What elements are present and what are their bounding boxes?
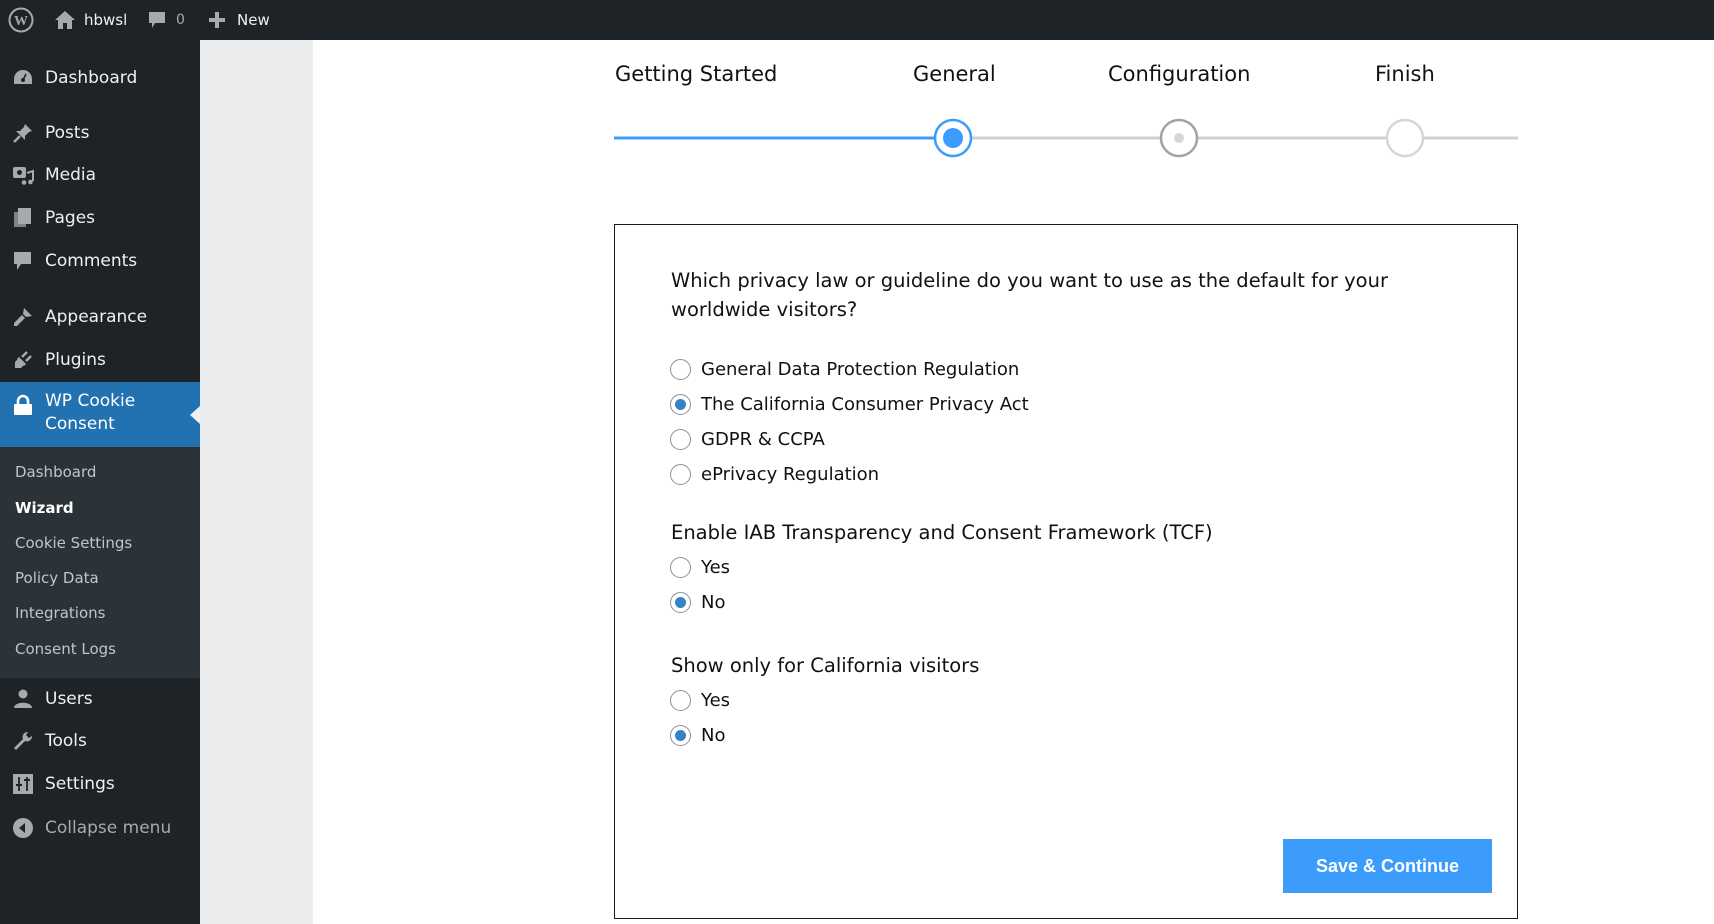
site-name: hbwsl bbox=[84, 11, 128, 29]
plug-icon bbox=[12, 349, 34, 371]
step-label-getting-started[interactable]: Getting Started bbox=[615, 62, 777, 86]
submenu-policy-data[interactable]: Policy Data bbox=[15, 569, 99, 587]
active-menu-arrow bbox=[190, 406, 200, 424]
submenu-integrations[interactable]: Integrations bbox=[15, 604, 105, 622]
menu-posts[interactable]: Posts bbox=[0, 113, 200, 153]
plus-icon bbox=[208, 11, 226, 29]
step-label-general[interactable]: General bbox=[913, 62, 996, 86]
sliders-icon bbox=[12, 773, 34, 795]
menu-label-line1: WP Cookie bbox=[45, 391, 136, 411]
collapse-menu-button[interactable]: Collapse menu bbox=[0, 808, 200, 848]
stepper-track bbox=[614, 118, 1518, 158]
wrench-icon bbox=[12, 730, 34, 752]
comments-link[interactable]: 0 bbox=[147, 0, 185, 40]
wp-logo-button[interactable]: W bbox=[8, 0, 34, 40]
radio-option-gdpr[interactable]: General Data Protection Regulation bbox=[670, 359, 1019, 380]
submenu-dashboard[interactable]: Dashboard bbox=[15, 463, 96, 481]
menu-label: Posts bbox=[45, 123, 90, 143]
menu-label: Plugins bbox=[45, 350, 106, 370]
menu-label: Users bbox=[45, 689, 93, 709]
menu-label: Collapse menu bbox=[45, 818, 172, 838]
radio-california-no[interactable]: No bbox=[670, 725, 725, 746]
menu-tools[interactable]: Tools bbox=[0, 721, 200, 761]
radio-button[interactable] bbox=[670, 429, 691, 450]
lock-icon bbox=[12, 394, 34, 416]
wordpress-logo-icon: W bbox=[8, 7, 34, 33]
site-name-link[interactable]: hbwsl bbox=[54, 0, 127, 40]
question-california-only: Show only for California visitors bbox=[671, 654, 980, 677]
menu-label-line2: Consent bbox=[45, 414, 115, 434]
radio-label: Yes bbox=[701, 690, 731, 711]
question-iab-tcf: Enable IAB Transparency and Consent Fram… bbox=[671, 521, 1213, 544]
step-marker-finish[interactable] bbox=[1385, 118, 1425, 158]
menu-plugins[interactable]: Plugins bbox=[0, 340, 200, 380]
submenu-wizard[interactable]: Wizard bbox=[15, 499, 74, 517]
radio-label: No bbox=[701, 592, 726, 613]
menu-label: Pages bbox=[45, 208, 96, 228]
menu-comments[interactable]: Comments bbox=[0, 241, 200, 281]
radio-button[interactable] bbox=[670, 592, 691, 613]
submenu-consent-logs[interactable]: Consent Logs bbox=[15, 640, 116, 658]
radio-label: ePrivacy Regulation bbox=[701, 464, 880, 485]
brush-icon bbox=[12, 306, 34, 328]
radio-button[interactable] bbox=[670, 359, 691, 380]
menu-dashboard[interactable]: Dashboard bbox=[0, 58, 200, 98]
comment-icon bbox=[12, 250, 34, 272]
radio-button[interactable] bbox=[670, 394, 691, 415]
radio-button[interactable] bbox=[670, 557, 691, 578]
menu-users[interactable]: Users bbox=[0, 679, 200, 719]
media-icon bbox=[12, 164, 34, 186]
dashboard-icon bbox=[12, 67, 34, 89]
comment-icon bbox=[147, 10, 167, 30]
user-icon bbox=[12, 688, 34, 710]
menu-label: Dashboard bbox=[45, 68, 138, 88]
content-gutter bbox=[200, 40, 313, 924]
radio-label: Yes bbox=[701, 557, 731, 578]
question-default-law: Which privacy law or guideline do you wa… bbox=[671, 269, 1388, 321]
menu-settings[interactable]: Settings bbox=[0, 764, 200, 804]
radio-label: The California Consumer Privacy Act bbox=[701, 394, 1029, 415]
radio-option-eprivacy[interactable]: ePrivacy Regulation bbox=[670, 464, 879, 485]
collapse-icon bbox=[12, 817, 34, 839]
new-content-button[interactable]: New bbox=[208, 0, 270, 40]
step-label-finish[interactable]: Finish bbox=[1375, 62, 1435, 86]
step-marker-configuration[interactable] bbox=[1159, 118, 1199, 158]
pages-icon bbox=[12, 207, 34, 229]
comments-count: 0 bbox=[176, 12, 185, 28]
radio-button[interactable] bbox=[670, 690, 691, 711]
save-continue-button[interactable]: Save & Continue bbox=[1283, 839, 1492, 893]
menu-pages[interactable]: Pages bbox=[0, 198, 200, 238]
new-label: New bbox=[237, 11, 270, 29]
menu-media[interactable]: Media bbox=[0, 155, 200, 195]
submenu-wp-cookie-consent: Dashboard Wizard Cookie Settings Policy … bbox=[0, 447, 200, 678]
svg-text:W: W bbox=[14, 14, 28, 29]
submenu-cookie-settings[interactable]: Cookie Settings bbox=[15, 534, 132, 552]
admin-sidebar: Dashboard Posts Media Pages Comments App… bbox=[0, 40, 200, 924]
menu-wp-cookie-consent[interactable]: WP Cookie Consent bbox=[0, 382, 200, 447]
radio-california-yes[interactable]: Yes bbox=[670, 690, 730, 711]
wizard-form-card bbox=[614, 224, 1518, 919]
menu-label: Media bbox=[45, 165, 97, 185]
radio-button[interactable] bbox=[670, 464, 691, 485]
radio-label: GDPR & CCPA bbox=[701, 429, 825, 450]
menu-label: Comments bbox=[45, 251, 138, 271]
menu-appearance[interactable]: Appearance bbox=[0, 297, 200, 337]
radio-option-ccpa[interactable]: The California Consumer Privacy Act bbox=[670, 394, 1029, 415]
home-icon bbox=[54, 10, 76, 30]
menu-label: Settings bbox=[45, 774, 115, 794]
radio-button[interactable] bbox=[670, 725, 691, 746]
radio-option-gdpr-ccpa[interactable]: GDPR & CCPA bbox=[670, 429, 825, 450]
step-label-configuration[interactable]: Configuration bbox=[1108, 62, 1250, 86]
admin-bar: W hbwsl 0 New bbox=[0, 0, 1714, 40]
step-marker-general[interactable] bbox=[933, 118, 973, 158]
menu-label: Appearance bbox=[45, 307, 148, 327]
radio-label: No bbox=[701, 725, 726, 746]
radio-tcf-no[interactable]: No bbox=[670, 592, 725, 613]
radio-tcf-yes[interactable]: Yes bbox=[670, 557, 730, 578]
menu-label: Tools bbox=[45, 731, 87, 751]
pin-icon bbox=[12, 122, 34, 144]
radio-label: General Data Protection Regulation bbox=[701, 359, 1020, 380]
